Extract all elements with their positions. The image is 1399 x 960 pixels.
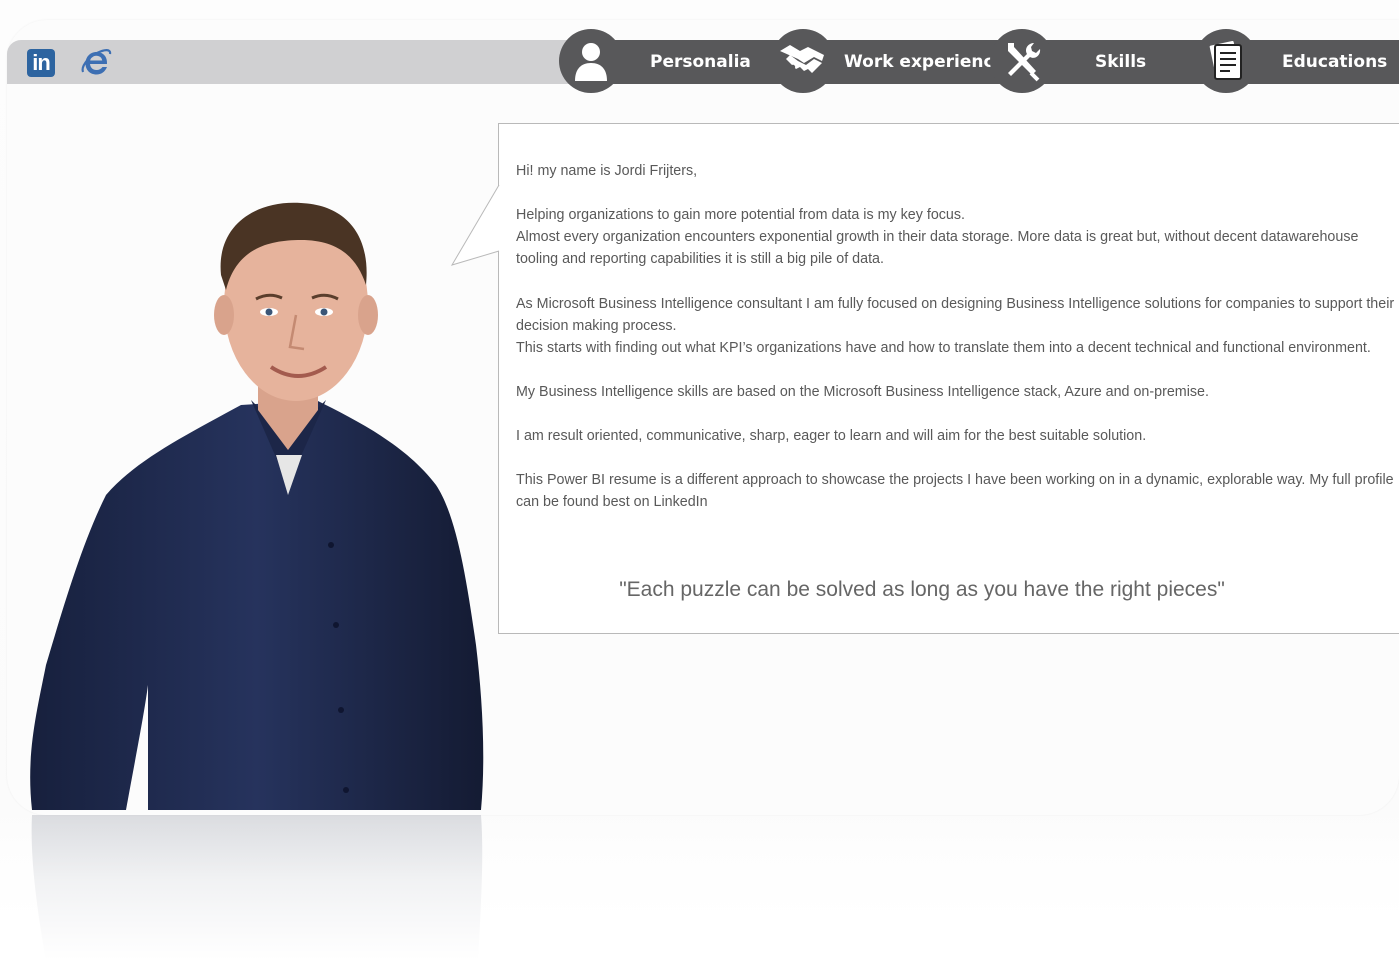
bio-text: Hi! my name is Jordi Frijters, Helping o… bbox=[516, 160, 1396, 536]
bio-skills-paragraph: My Business Intelligence skills are base… bbox=[516, 383, 1209, 400]
work-experience-nav-button[interactable] bbox=[771, 29, 835, 93]
handshake-icon bbox=[780, 45, 824, 74]
bio-focus-paragraph: Helping organizations to gain more poten… bbox=[516, 204, 1396, 270]
bio-consultant-line: As Microsoft Business Intelligence consu… bbox=[516, 295, 1395, 334]
bio-resume-paragraph: This Power BI resume is a different appr… bbox=[516, 472, 1394, 511]
person-icon bbox=[575, 43, 607, 81]
bio-growth-line: Almost every organization encounters exp… bbox=[516, 229, 1359, 268]
tools-icon bbox=[1008, 43, 1041, 82]
bio-kpi-line: This starts with finding out what KPI’s … bbox=[516, 339, 1371, 356]
nav-label-educations[interactable]: Educations bbox=[1282, 51, 1387, 73]
bio-consultant-paragraph: As Microsoft Business Intelligence consu… bbox=[516, 293, 1396, 359]
document-icon bbox=[1208, 39, 1242, 80]
nav-label-skills[interactable]: Skills bbox=[1095, 51, 1146, 73]
bio-quote: "Each puzzle can be solved as long as yo… bbox=[619, 578, 1225, 601]
nav-label-personalia[interactable]: Personalia bbox=[650, 51, 751, 73]
bio-traits-paragraph: I am result oriented, communicative, sha… bbox=[516, 428, 1147, 445]
nav-label-work-experience[interactable]: Work experience bbox=[844, 51, 1005, 73]
reflection-fade bbox=[0, 815, 1399, 960]
linkedin-icon[interactable]: in bbox=[27, 49, 55, 77]
educations-nav-button[interactable] bbox=[1194, 29, 1258, 93]
bio-focus-line: Helping organizations to gain more poten… bbox=[516, 207, 965, 224]
personalia-nav-button[interactable] bbox=[559, 29, 623, 93]
linkedin-label: in bbox=[32, 50, 51, 75]
bio-greeting: Hi! my name is Jordi Frijters, bbox=[516, 163, 698, 179]
profile-photo bbox=[30, 202, 484, 810]
internet-explorer-icon[interactable] bbox=[80, 46, 112, 78]
skills-nav-button[interactable] bbox=[990, 29, 1054, 93]
